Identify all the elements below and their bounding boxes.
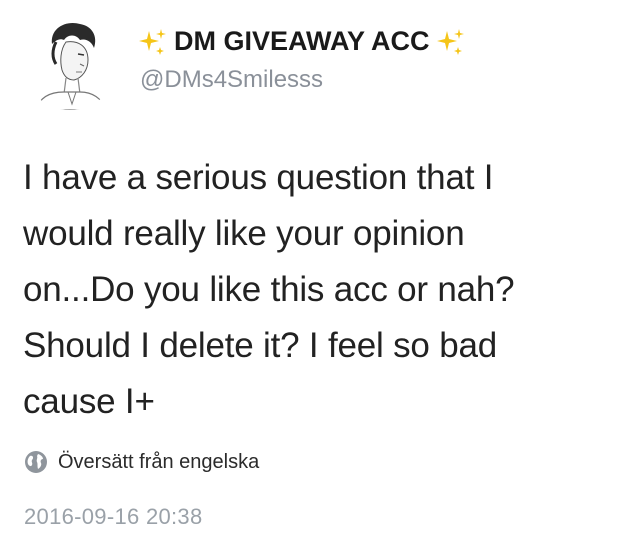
sparkles-icon [139,28,166,55]
sparkles-icon [436,28,464,55]
tweet-text: I have a serious question that I would r… [23,158,515,421]
tweet-header: DM GIVEAWAY ACC @DMs4Smilesss [22,14,622,114]
display-name[interactable]: DM GIVEAWAY ACC [138,26,466,57]
display-name-text: DM GIVEAWAY ACC [174,26,430,56]
user-handle[interactable]: @DMs4Smilesss [140,66,323,94]
sketch-portrait-avatar [22,14,118,110]
translate-label: Översätt från engelska [58,450,260,473]
tweet-timestamp[interactable]: 2016-09-16 20:38 [24,504,203,530]
globe-icon [25,451,47,473]
avatar[interactable] [22,14,118,110]
translate-button[interactable]: Översätt från engelska [24,450,259,474]
